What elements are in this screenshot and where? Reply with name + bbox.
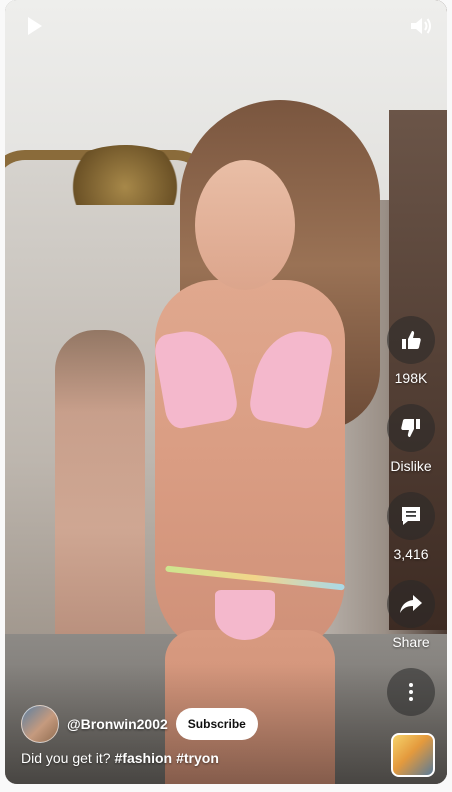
share-action: Share [387,580,435,650]
comment-icon [402,507,420,525]
comments-action: 3,416 [387,492,435,562]
share-label: Share [392,634,430,650]
hashtag-tryon[interactable]: #tryon [176,750,219,766]
like-button[interactable] [387,316,435,364]
video-frame[interactable] [5,0,447,784]
dislike-label: Dislike [390,458,432,474]
caption-text: Did you get it? [21,750,111,766]
hashtag-fashion[interactable]: #fashion [115,750,173,766]
dislike-button[interactable] [387,404,435,452]
thumbs-up-icon [402,331,421,349]
share-button[interactable] [387,580,435,628]
share-icon [400,595,422,613]
more-button[interactable] [387,668,435,716]
channel-handle[interactable]: @Bronwin2002 [67,716,168,732]
swimsuit-bottom [215,590,275,640]
dislike-action: Dislike [387,404,435,474]
channel-row: @Bronwin2002 Subscribe [21,705,258,743]
thumbs-down-icon [401,419,420,437]
avatar[interactable] [21,705,59,743]
play-button[interactable] [21,12,49,40]
mirror-reflection [55,330,145,660]
comments-count: 3,416 [393,546,429,562]
like-action: 198K [387,316,435,386]
person-head [195,160,295,290]
more-vertical-icon [409,683,413,701]
video-caption: Did you get it? #fashion #tryon [21,750,219,766]
comments-button[interactable] [387,492,435,540]
action-bar: 198K Dislike 3,416 Share [387,0,435,784]
sound-thumbnail[interactable] [391,733,435,777]
more-action [387,668,435,716]
subscribe-button[interactable]: Subscribe [175,708,258,740]
like-count: 198K [394,370,428,386]
play-icon [28,17,42,35]
shorts-player[interactable]: 198K Dislike 3,416 Share @Bronwin2002 Su… [5,0,447,784]
